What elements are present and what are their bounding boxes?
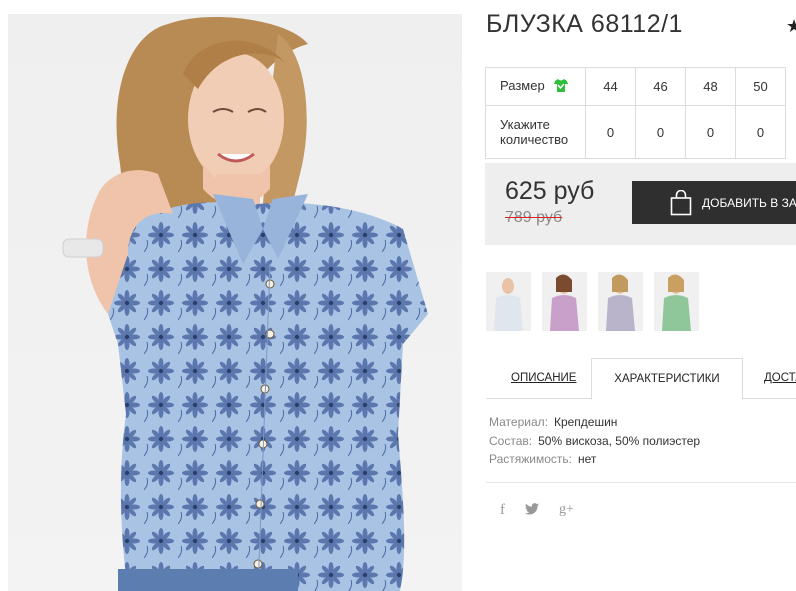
social-share: f g+ — [500, 502, 574, 519]
size-chart-shirt-icon[interactable] — [554, 78, 569, 95]
quantity-label-line2: количество — [500, 132, 569, 147]
price-box: 625 руб 789 руб ДОБАВИТЬ В ЗА — [485, 163, 796, 245]
thumbnail-white[interactable] — [486, 272, 531, 331]
thumbnail-grey[interactable] — [598, 272, 643, 331]
spec-value: нет — [578, 452, 597, 466]
size-label-cell: Размер — [485, 67, 586, 106]
size-table: Размер 44 46 48 50 Укажите количество 0 … — [485, 67, 786, 159]
thumbnail-pink[interactable] — [542, 272, 587, 331]
favorite-star-icon[interactable]: ★ — [786, 16, 796, 37]
quantity-44[interactable]: 0 — [585, 105, 636, 159]
old-price: 789 руб — [505, 209, 563, 226]
size-label: Размер — [500, 78, 545, 94]
facebook-icon[interactable]: f — [500, 502, 505, 519]
size-44[interactable]: 44 — [585, 67, 636, 106]
current-price: 625 руб — [505, 177, 595, 205]
google-plus-icon[interactable]: g+ — [559, 502, 574, 519]
color-thumbnails — [486, 272, 699, 331]
quantity-label-line1: Укажите — [500, 117, 550, 132]
tab-delivery[interactable]: ДОСТА — [764, 358, 796, 398]
product-title: БЛУЗКА 68112/1 — [486, 10, 683, 38]
thumbnail-green[interactable] — [654, 272, 699, 331]
quantity-50[interactable]: 0 — [735, 105, 786, 159]
quantity-label-cell: Укажите количество — [485, 105, 586, 159]
add-to-cart-label: ДОБАВИТЬ В ЗА — [702, 195, 796, 210]
size-48[interactable]: 48 — [685, 67, 736, 106]
specifications: Материал: Крепдешин Состав: 50% вискоза, 5… — [489, 413, 700, 469]
spec-row-material: Материал: Крепдешин — [489, 413, 700, 432]
spec-value: Крепдешин — [553, 415, 618, 429]
spec-key: Материал: — [489, 415, 548, 429]
spec-key: Состав: — [489, 433, 533, 448]
spec-key: Растяжимость: — [489, 452, 573, 466]
size-46[interactable]: 46 — [635, 67, 686, 106]
shopping-bag-icon — [670, 189, 692, 216]
tab-characteristics[interactable]: ХАРАКТЕРИСТИКИ — [591, 358, 743, 400]
divider — [486, 482, 796, 483]
quantity-46[interactable]: 0 — [635, 105, 686, 159]
spec-row-composition: Состав: 50% вискоза, 50% полиэстер — [489, 432, 700, 451]
tab-description[interactable]: ОПИСАНИЕ — [511, 358, 576, 398]
spec-row-stretch: Растяжимость: нет — [489, 450, 700, 469]
spec-value: 50% вискоза, 50% полиэстер — [538, 433, 701, 448]
size-50[interactable]: 50 — [735, 67, 786, 106]
product-tabs: ОПИСАНИЕ ХАРАКТЕРИСТИКИ ДОСТА — [486, 358, 796, 400]
twitter-icon[interactable] — [525, 502, 539, 519]
add-to-cart-button[interactable]: ДОБАВИТЬ В ЗА — [632, 181, 796, 224]
quantity-48[interactable]: 0 — [685, 105, 736, 159]
product-photo — [8, 14, 462, 591]
